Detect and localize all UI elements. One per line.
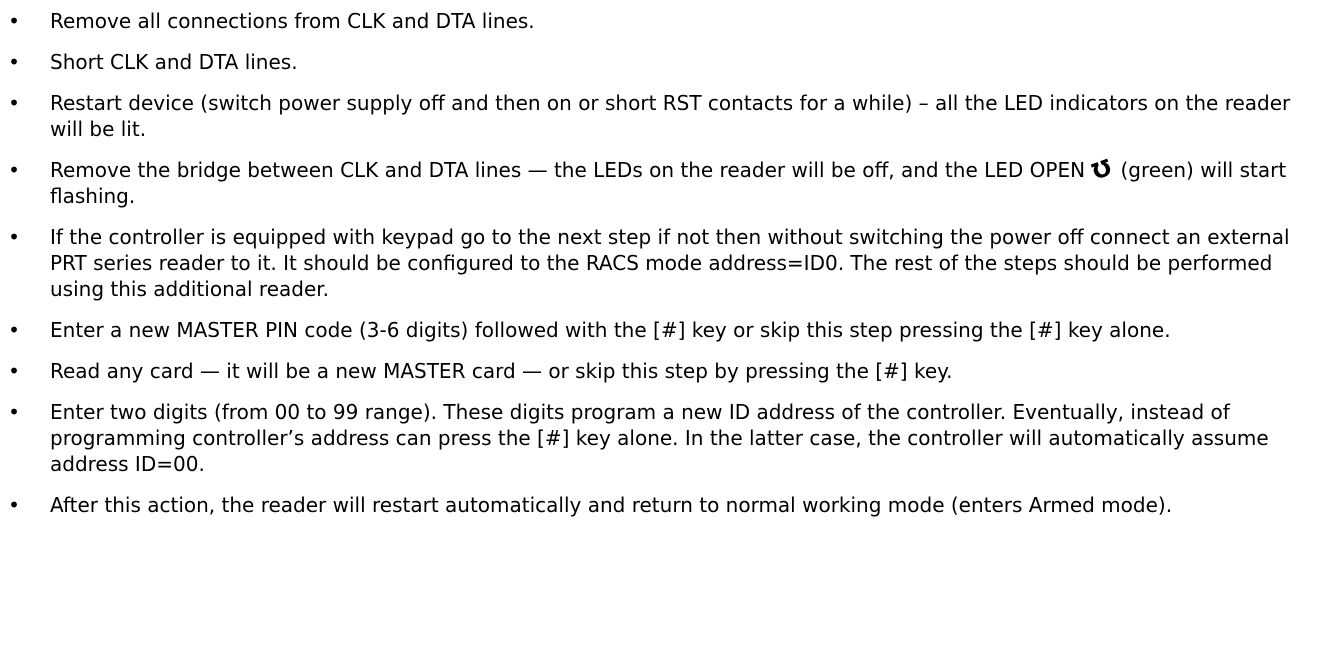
list-item: • Remove the bridge between CLK and DTA … (0, 155, 1325, 209)
list-item-text: If the controller is equipped with keypa… (50, 225, 1290, 301)
bullet-icon: • (8, 400, 20, 424)
document-page: • Remove all connections from CLK and DT… (0, 0, 1325, 661)
list-item: • Enter two digits (from 00 to 99 range)… (0, 399, 1325, 477)
list-item-text: After this action, the reader will resta… (50, 493, 1173, 517)
list-item-text: Enter a new MASTER PIN code (3-6 digits)… (50, 318, 1171, 342)
bullet-icon: • (8, 91, 20, 115)
list-item: • Remove all connections from CLK and DT… (0, 8, 1325, 34)
bullet-icon: • (8, 158, 20, 182)
list-item-text: Enter two digits (from 00 to 99 range). … (50, 400, 1269, 476)
open-door-icon: ℧ (1089, 155, 1116, 186)
list-item-text: Remove all connections from CLK and DTA … (50, 9, 535, 33)
list-item-text: Restart device (switch power supply off … (50, 91, 1291, 141)
bullet-icon: • (8, 50, 20, 74)
bullet-icon: • (8, 225, 20, 249)
instruction-list: • Remove all connections from CLK and DT… (0, 8, 1325, 533)
bullet-icon: • (8, 359, 20, 383)
bullet-icon: • (8, 9, 20, 33)
list-item: • If the controller is equipped with key… (0, 224, 1325, 302)
list-item: • Restart device (switch power supply of… (0, 90, 1325, 142)
list-item-text: Short CLK and DTA lines. (50, 50, 298, 74)
list-item: • Short CLK and DTA lines. (0, 49, 1325, 75)
list-item-text: Read any card — it will be a new MASTER … (50, 359, 953, 383)
list-item: • After this action, the reader will res… (0, 492, 1325, 518)
list-item: • Enter a new MASTER PIN code (3-6 digit… (0, 317, 1325, 343)
list-item-text: Remove the bridge between CLK and DTA li… (50, 158, 1086, 182)
bullet-icon: • (8, 493, 20, 517)
list-item: • Read any card — it will be a new MASTE… (0, 358, 1325, 384)
bullet-icon: • (8, 318, 20, 342)
